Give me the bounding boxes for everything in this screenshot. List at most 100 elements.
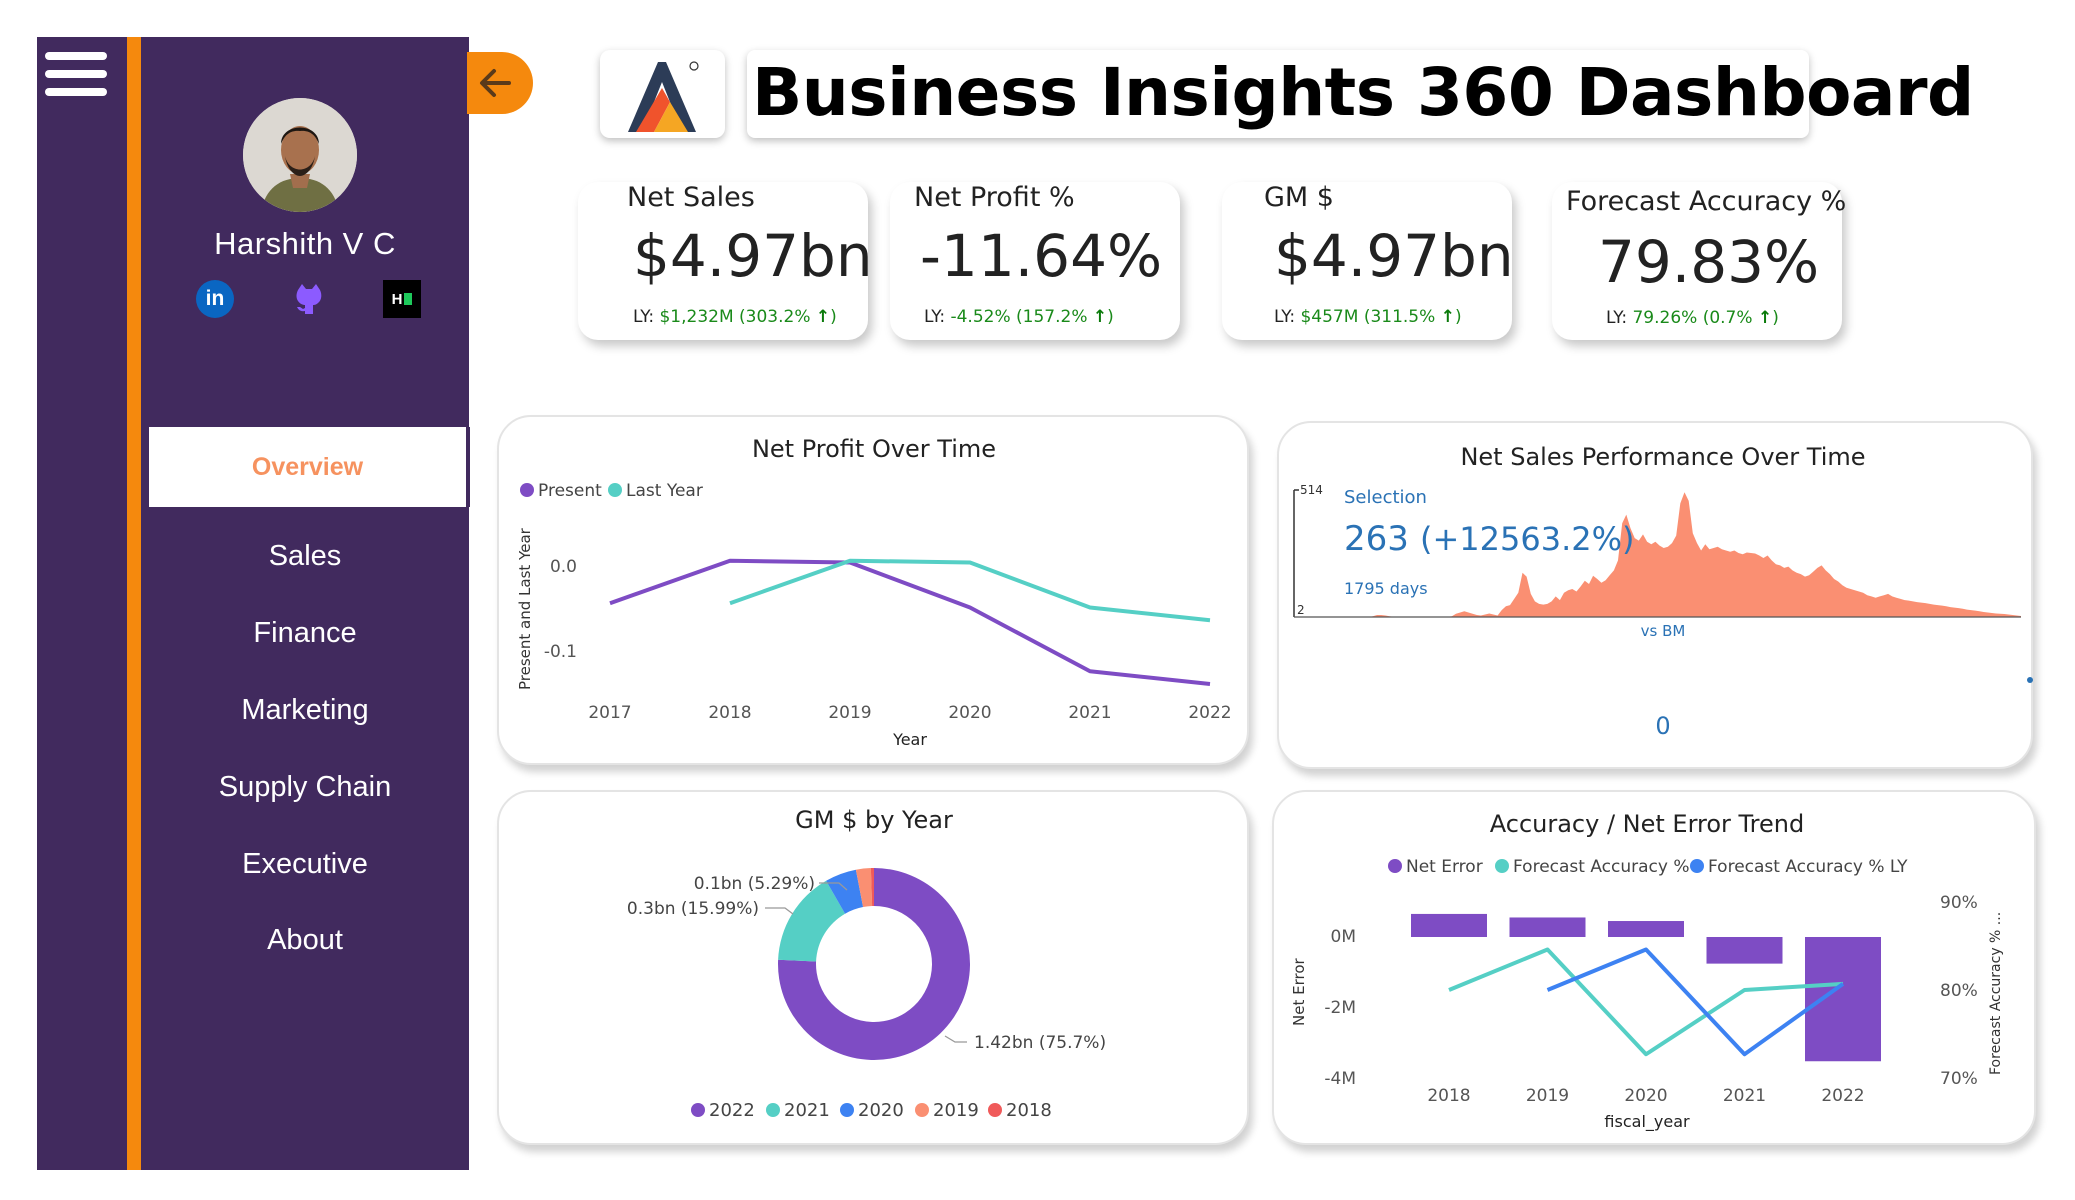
- series-line-present: [609, 558, 1211, 686]
- selection-days: 1795 days: [1344, 579, 1428, 598]
- nav-sales[interactable]: Sales: [141, 540, 469, 573]
- series-line-forecast-accuracy-ly: [1546, 947, 1845, 1057]
- kpi-label: Forecast Accuracy %: [1566, 186, 1847, 217]
- ly-prefix: LY:: [1606, 308, 1628, 328]
- y-axis-label-left: Net Error: [1290, 958, 1308, 1026]
- x-tick: 2022: [1821, 1086, 1864, 1106]
- legend-last-year: Last Year: [626, 481, 703, 501]
- nav-executive[interactable]: Executive: [141, 848, 469, 881]
- marker-dot: [2027, 677, 2033, 683]
- legend-marker-forecast-accuracy: [1495, 859, 1509, 873]
- nav-finance[interactable]: Finance: [141, 617, 469, 650]
- x-tick: 2018: [1427, 1086, 1470, 1106]
- y-axis-label-right: Forecast Accuracy % ...: [1988, 912, 2004, 1075]
- accuracy-net-error-chart: Accuracy / Net Error Trend Net Error For…: [1290, 810, 2004, 1132]
- kpi-label: GM $: [1264, 182, 1334, 213]
- y-axis-label: Present and Last Year: [516, 527, 534, 690]
- slice-label-2020: 0.1bn (5.29%): [694, 874, 815, 894]
- legend-present: Present: [538, 481, 602, 501]
- kpi-ly: LY: 79.26% (0.7% ↑): [1606, 308, 1779, 328]
- vs-bm-label: vs BM: [1641, 622, 1686, 640]
- accent-stripe: [127, 37, 141, 1170]
- chart-title: Accuracy / Net Error Trend: [1490, 810, 1804, 838]
- x-tick: 2018: [708, 703, 751, 723]
- kpi-ly: LY: -4.52% (157.2% ↑): [924, 307, 1114, 327]
- x-tick: 2017: [588, 703, 631, 723]
- y-tick-left: 0M: [1331, 927, 1356, 947]
- kpi-label: Net Profit %: [914, 182, 1075, 213]
- legend-forecast-accuracy: Forecast Accuracy %: [1513, 857, 1690, 877]
- kpi-value: 79.83%: [1598, 228, 1820, 296]
- kpi-label: Net Sales: [627, 182, 755, 213]
- hackerrank-icon[interactable]: H: [383, 280, 421, 318]
- ly-prefix: LY:: [1274, 307, 1296, 327]
- ly-prefix: LY:: [633, 307, 655, 327]
- ly-value: $1,232M (303.2%: [659, 307, 811, 327]
- x-tick: 2020: [948, 703, 991, 723]
- y-tick-left: -2M: [1324, 998, 1356, 1018]
- arrow-up-icon: ↑: [1092, 307, 1108, 327]
- selection-label: Selection: [1344, 487, 1427, 508]
- legend-marker-present: [520, 483, 534, 497]
- slice-label-2022: 1.42bn (75.7%): [974, 1033, 1106, 1053]
- kpi-gm[interactable]: GM $ $4.97bn LY: $457M (311.5% ↑): [1222, 182, 1514, 340]
- chart-title: Net Profit Over Time: [752, 435, 996, 463]
- avatar: [243, 98, 357, 212]
- x-tick: 2022: [1188, 703, 1231, 723]
- nav-overview[interactable]: Overview: [149, 427, 470, 507]
- ly-value: -4.52% (157.2%: [950, 307, 1088, 327]
- legend-marker-2022: [691, 1103, 705, 1117]
- legend-marker-last-year: [608, 483, 622, 497]
- profile-name: Harshith V C: [214, 226, 396, 261]
- arrow-left-icon: [480, 69, 511, 97]
- chart-title: Net Sales Performance Over Time: [1460, 443, 1865, 471]
- legend-marker-2021: [766, 1103, 780, 1117]
- y-tick-right: 90%: [1940, 893, 1978, 913]
- gm-by-year-chart: GM $ by Year 0.1bn (5.29%) 0.3bn (15.99%…: [627, 806, 1106, 1121]
- back-button[interactable]: [467, 52, 533, 114]
- legend-2020: 2020: [858, 1100, 904, 1121]
- ly-value: $457M (311.5%: [1300, 307, 1436, 327]
- github-icon[interactable]: [290, 280, 328, 318]
- linkedin-icon[interactable]: in: [196, 280, 234, 318]
- bar-net-error-2019: [1509, 917, 1586, 937]
- legend-marker-2020: [840, 1103, 854, 1117]
- legend-net-error: Net Error: [1406, 857, 1483, 877]
- nav-supply-chain[interactable]: Supply Chain: [141, 771, 469, 804]
- series-line-forecast-accuracy-: [1448, 947, 1844, 1057]
- legend-2021: 2021: [784, 1100, 830, 1121]
- series-line-last-year: [729, 558, 1211, 623]
- slice-label-2021: 0.3bn (15.99%): [627, 899, 759, 919]
- kpi-net-sales[interactable]: Net Sales $4.97bn LY: $1,232M (303.2% ↑): [578, 182, 873, 340]
- net-profit-chart: Net Profit Over Time Present Last Year P…: [516, 435, 1232, 749]
- company-logo: [600, 50, 725, 138]
- bar-net-error-2020: [1608, 921, 1684, 937]
- arrow-up-icon: ↑: [815, 307, 831, 327]
- x-axis-label: Year: [892, 730, 927, 749]
- selection-change: (+12563.2%): [1420, 520, 1635, 558]
- kpi-forecast-accuracy[interactable]: Forecast Accuracy % 79.83% LY: 79.26% (0…: [1552, 182, 1846, 340]
- hamburger-menu-icon[interactable]: [45, 52, 109, 100]
- y-tick-right: 80%: [1940, 981, 1978, 1001]
- logo-icon: [628, 61, 699, 132]
- arrow-up-icon: ↑: [1440, 307, 1455, 327]
- legend-2022: 2022: [709, 1100, 755, 1121]
- y-tick-right: 70%: [1940, 1069, 1978, 1089]
- legend-forecast-accuracy-ly: Forecast Accuracy % LY: [1708, 857, 1908, 877]
- legend-marker-2019: [915, 1103, 929, 1117]
- nav-about[interactable]: About: [141, 924, 469, 957]
- bottom-value: 0: [1655, 712, 1670, 740]
- y-tick: 0.0: [550, 557, 577, 577]
- kpi-net-profit[interactable]: Net Profit % -11.64% LY: -4.52% (157.2% …: [890, 182, 1180, 340]
- legend-marker-forecast-accuracy-ly: [1690, 859, 1704, 873]
- ly-value: 79.26% (0.7%: [1632, 308, 1753, 328]
- kpi-value: $4.97bn: [633, 222, 873, 290]
- y-min-label: 2: [1297, 603, 1305, 617]
- legend-marker-net-error: [1388, 859, 1402, 873]
- legend-marker-2018: [988, 1103, 1002, 1117]
- x-tick: 2019: [828, 703, 871, 723]
- bar-net-error-2018: [1411, 913, 1487, 937]
- x-axis-label: fiscal_year: [1604, 1112, 1690, 1132]
- nav-marketing[interactable]: Marketing: [141, 694, 469, 727]
- y-max-label: 514: [1300, 483, 1323, 497]
